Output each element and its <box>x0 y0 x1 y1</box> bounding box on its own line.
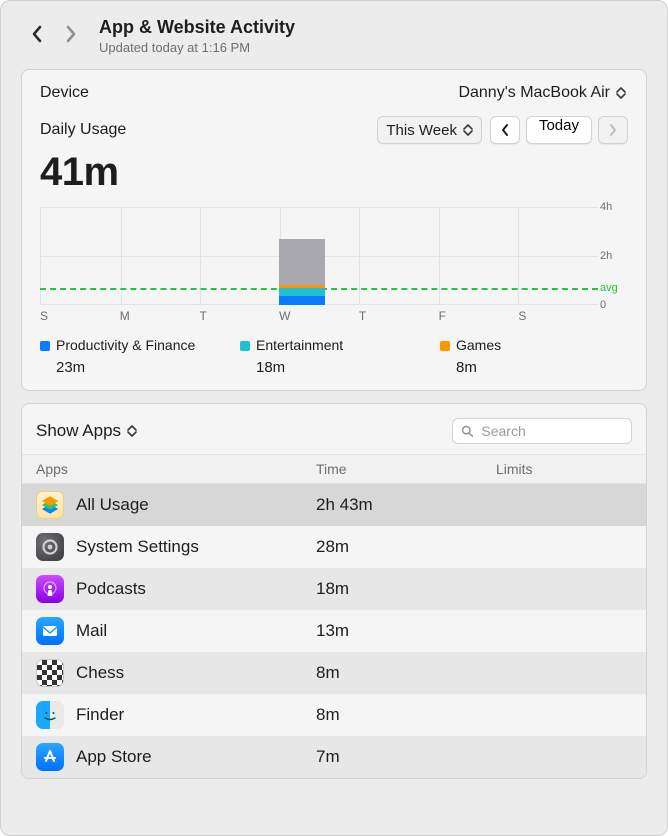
app-name: Mail <box>76 621 107 641</box>
legend-label: Games <box>456 337 501 353</box>
legend-swatch <box>240 341 250 351</box>
chevron-right-icon <box>65 25 77 43</box>
app-time: 7m <box>316 747 496 767</box>
prev-period-button[interactable] <box>490 116 520 144</box>
x-axis: SMTWTFS <box>40 309 598 323</box>
page-title: App & Website Activity <box>99 17 295 38</box>
app-icon <box>36 743 64 771</box>
daily-usage-row: Daily Usage This Week Today <box>40 116 628 144</box>
table-row[interactable]: All Usage 2h 43m <box>22 484 646 526</box>
chart-legend: Productivity & Finance 23m Entertainment 18… <box>40 337 628 376</box>
table-row[interactable]: Chess 8m <box>22 652 646 694</box>
app-icon <box>36 659 64 687</box>
app-name: All Usage <box>76 495 149 515</box>
legend-value: 23m <box>40 359 210 376</box>
chevron-left-icon <box>500 123 510 137</box>
app-icon <box>36 491 64 519</box>
apps-card: Show Apps Apps Time Limits All Usage 2h 4… <box>21 403 647 779</box>
today-label: Today <box>539 117 579 134</box>
legend-item[interactable]: Productivity & Finance 23m <box>40 337 210 376</box>
app-icon <box>36 617 64 645</box>
date-nav-cluster: Today <box>490 116 628 144</box>
legend-label: Productivity & Finance <box>56 337 195 353</box>
legend-swatch <box>40 341 50 351</box>
popup-stepper-icon <box>463 124 473 136</box>
range-selected: This Week <box>386 122 457 139</box>
legend-label: Entertainment <box>256 337 343 353</box>
nav-buttons <box>25 17 83 51</box>
apps-filter-label: Show Apps <box>36 421 121 441</box>
app-time: 28m <box>316 537 496 557</box>
table-row[interactable]: System Settings 28m <box>22 526 646 568</box>
x-tick: T <box>359 309 439 323</box>
app-time: 13m <box>316 621 496 641</box>
apps-search[interactable] <box>452 418 632 444</box>
chart-bar[interactable] <box>279 239 325 305</box>
x-tick: T <box>199 309 279 323</box>
device-label: Device <box>40 84 89 102</box>
legend-item[interactable]: Entertainment 18m <box>240 337 410 376</box>
app-time: 18m <box>316 579 496 599</box>
chart-bar-segment <box>279 296 325 305</box>
app-name: App Store <box>76 747 152 767</box>
chart-bar-segment <box>279 288 325 295</box>
legend-value: 18m <box>240 359 410 376</box>
topbar: App & Website Activity Updated today at … <box>17 1 651 63</box>
search-icon <box>461 424 473 438</box>
daily-usage-label: Daily Usage <box>40 121 369 139</box>
apps-filter-popup[interactable]: Show Apps <box>36 421 139 441</box>
table-row[interactable]: App Store 7m <box>22 736 646 778</box>
y-axis: 02h4havg <box>600 201 628 321</box>
usage-chart: 02h4havg SMTWTFS <box>40 201 628 321</box>
range-popup[interactable]: This Week <box>377 116 482 144</box>
chart-bar-segment <box>279 239 325 286</box>
app-time: 8m <box>316 663 496 683</box>
app-time: 8m <box>316 705 496 725</box>
usage-card: Device Danny's MacBook Air Daily Usage T… <box>21 69 647 391</box>
device-selected: Danny's MacBook Air <box>458 84 610 102</box>
x-tick: W <box>279 309 359 323</box>
today-button[interactable]: Today <box>526 116 592 144</box>
device-row: Device Danny's MacBook Air <box>40 84 628 102</box>
table-row[interactable]: Podcasts 18m <box>22 568 646 610</box>
settings-window: App & Website Activity Updated today at … <box>0 0 668 836</box>
x-tick: S <box>40 309 120 323</box>
app-name: System Settings <box>76 537 199 557</box>
apps-search-input[interactable] <box>479 422 623 440</box>
app-icon <box>36 575 64 603</box>
legend-value: 8m <box>440 359 610 376</box>
chevron-left-icon <box>31 25 43 43</box>
popup-stepper-icon <box>125 422 139 440</box>
app-name: Podcasts <box>76 579 146 599</box>
app-icon <box>36 533 64 561</box>
apps-toolbar: Show Apps <box>22 414 646 454</box>
table-row[interactable]: Finder 8m <box>22 694 646 736</box>
col-time[interactable]: Time <box>316 461 496 477</box>
device-popup[interactable]: Danny's MacBook Air <box>458 84 628 102</box>
app-name: Chess <box>76 663 124 683</box>
chevron-right-icon <box>608 123 618 137</box>
table-row[interactable]: Mail 13m <box>22 610 646 652</box>
col-limits[interactable]: Limits <box>496 461 632 477</box>
title-block: App & Website Activity Updated today at … <box>99 17 295 55</box>
x-tick: F <box>439 309 519 323</box>
apps-table-header: Apps Time Limits <box>22 454 646 484</box>
forward-button[interactable] <box>59 17 83 51</box>
back-button[interactable] <box>25 17 49 51</box>
legend-item[interactable]: Games 8m <box>440 337 610 376</box>
daily-usage-total: 41m <box>40 150 628 195</box>
popup-stepper-icon <box>614 84 628 102</box>
legend-swatch <box>440 341 450 351</box>
col-apps[interactable]: Apps <box>36 461 316 477</box>
app-icon <box>36 701 64 729</box>
page-subtitle: Updated today at 1:16 PM <box>99 40 295 55</box>
x-tick: M <box>120 309 200 323</box>
x-tick: S <box>518 309 598 323</box>
apps-table-body: All Usage 2h 43m System Settings 28m Podcast… <box>22 484 646 778</box>
next-period-button[interactable] <box>598 116 628 144</box>
app-name: Finder <box>76 705 124 725</box>
app-time: 2h 43m <box>316 495 496 515</box>
